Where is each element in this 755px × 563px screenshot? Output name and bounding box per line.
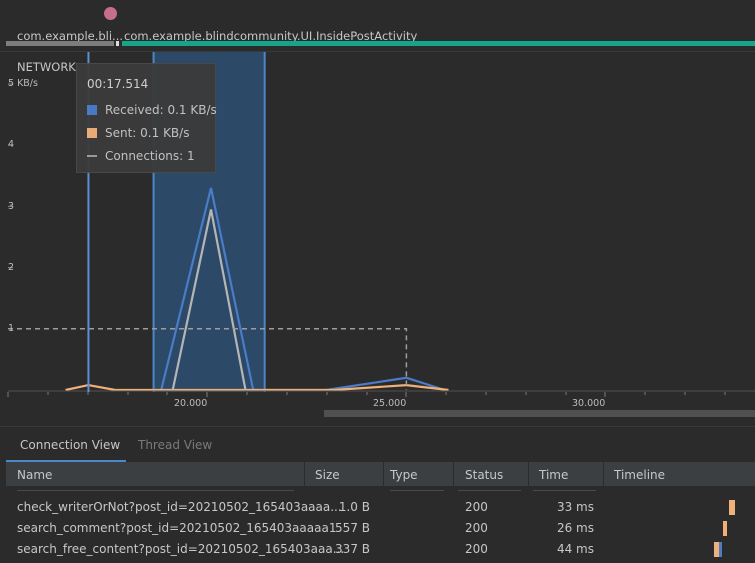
row-time: 33 ms	[556, 500, 594, 514]
row-name: search_free_content?post_id=20210502_165…	[17, 542, 345, 556]
connections-legend-dash	[87, 155, 97, 157]
column-header-time[interactable]: Time	[539, 468, 568, 482]
column-header-size[interactable]: Size	[315, 468, 340, 482]
activity-separator	[116, 41, 119, 46]
table-row[interactable]: check_writerOrNot?post_id=20210502_16540…	[6, 497, 755, 518]
row-name: check_writerOrNot?post_id=20210502_16540…	[17, 500, 342, 514]
column-header-name[interactable]: Name	[17, 468, 52, 482]
tooltip-received-row: Received: 0.1 KB/s	[87, 103, 217, 117]
row-timeline-bar-received	[719, 542, 722, 557]
row-size: 337 B	[335, 542, 370, 556]
user-event-dot[interactable]	[104, 7, 117, 20]
status-column-rule	[458, 490, 521, 491]
row-status: 200	[465, 521, 488, 535]
time-column-rule	[533, 490, 596, 491]
row-time: 26 ms	[556, 521, 594, 535]
y-tick-label-4: 4	[8, 139, 15, 150]
column-divider[interactable]	[383, 462, 384, 486]
y-tick-label-1: 1	[8, 323, 15, 334]
y-tick-label-2: 2	[8, 262, 15, 273]
network-title: NETWORK	[17, 60, 76, 74]
x-tick-label-25: 25.000	[373, 398, 407, 409]
network-tabs: Connection View Thread View	[0, 426, 755, 463]
y-tick-label-5: 5 KB/s	[8, 78, 38, 89]
received-legend-swatch	[87, 105, 97, 115]
column-divider[interactable]	[528, 462, 529, 486]
tab-thread-view[interactable]: Thread View	[138, 438, 212, 452]
type-column-rule	[390, 490, 444, 491]
tooltip-time: 00:17.514	[87, 77, 149, 91]
tooltip-connections-row: Connections: 1	[87, 149, 195, 163]
row-time: 44 ms	[556, 542, 594, 556]
chart-tooltip: 00:17.514 Received: 0.1 KB/s Sent: 0.1 K…	[76, 63, 217, 173]
row-status: 200	[465, 542, 488, 556]
x-tick-label-30: 30.000	[572, 398, 606, 409]
column-divider[interactable]	[603, 462, 604, 486]
activity-segment-current[interactable]	[122, 41, 755, 46]
x-tick-label-20: 20.000	[174, 398, 208, 409]
column-header-timeline[interactable]: Timeline	[614, 468, 665, 482]
column-divider[interactable]	[304, 462, 305, 486]
row-size: 557 B	[335, 521, 370, 535]
row-status: 200	[465, 500, 488, 514]
tab-connection-view[interactable]: Connection View	[20, 438, 120, 452]
table-header: Name Size Type Status Time Timeline	[6, 462, 755, 487]
tooltip-connections: Connections: 1	[105, 149, 195, 163]
tooltip-sent-row: Sent: 0.1 KB/s	[87, 126, 189, 140]
time-axis[interactable]: 20.000 25.000 30.000	[0, 392, 755, 426]
column-divider[interactable]	[453, 462, 454, 486]
row-timeline-bar	[729, 500, 735, 515]
activity-bar: com.example.bli... com.example.blindcomm…	[0, 0, 755, 52]
row-name: search_comment?post_id=20210502_165403aa…	[17, 521, 337, 535]
y-tick-label-3: 3	[8, 201, 15, 212]
activity-segment-previous[interactable]	[6, 41, 114, 46]
name-column-rule	[17, 490, 294, 491]
timeline-scrollbar[interactable]	[324, 410, 755, 417]
table-row[interactable]: search_comment?post_id=20210502_165403aa…	[6, 518, 755, 539]
column-header-type[interactable]: Type	[390, 468, 418, 482]
tooltip-received: Received: 0.1 KB/s	[105, 103, 217, 117]
row-size: 1.0 B	[338, 500, 370, 514]
table-row[interactable]: search_free_content?post_id=20210502_165…	[6, 539, 755, 560]
row-timeline-bar	[723, 521, 727, 536]
sent-legend-swatch	[87, 128, 97, 138]
tooltip-sent: Sent: 0.1 KB/s	[105, 126, 190, 140]
column-header-status[interactable]: Status	[465, 468, 503, 482]
